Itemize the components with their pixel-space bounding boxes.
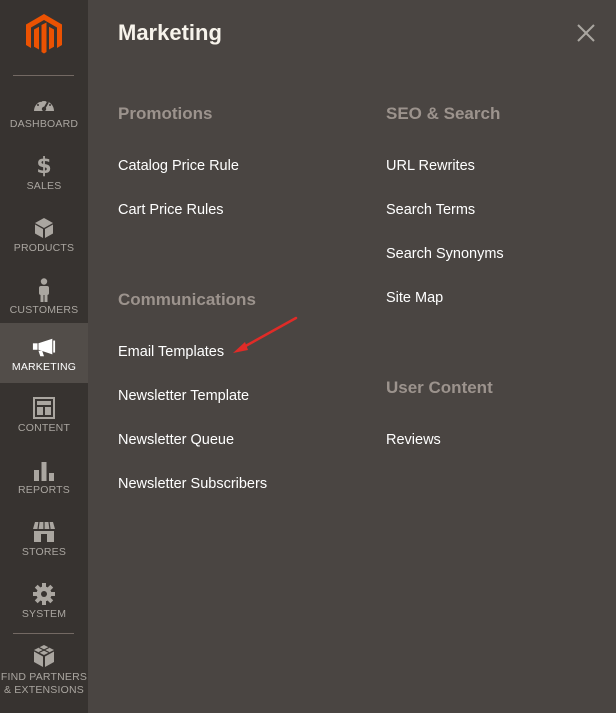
menu-link-site-map[interactable]: Site Map [386, 290, 443, 306]
cube-icon [32, 644, 56, 668]
layout-icon [32, 396, 56, 420]
nav-label-line2: & Extensions [3, 683, 84, 696]
admin-sidebar: Dashboard $ Sales Products Cust [0, 0, 88, 713]
nav-label: Marketing [11, 361, 77, 373]
section-title-user-content: User Content [386, 378, 493, 397]
nav-label: Products [13, 242, 75, 254]
menu-link-newsletter-subscribers[interactable]: Newsletter Subscribers [118, 476, 267, 492]
nav-item-marketing[interactable]: Marketing [0, 323, 88, 383]
cube-icon [32, 216, 56, 240]
nav-label: Dashboard [9, 118, 79, 130]
nav-label: Content [17, 422, 71, 434]
page-title: Marketing [118, 20, 222, 45]
nav-item-system[interactable]: System [0, 576, 88, 638]
nav-item-content[interactable]: Content [0, 390, 88, 452]
bar-chart-icon [32, 458, 56, 482]
storefront-icon [32, 520, 56, 544]
menu-link-reviews[interactable]: Reviews [386, 432, 441, 448]
nav-item-reports[interactable]: Reports [0, 452, 88, 514]
menu-link-url-rewrites[interactable]: URL Rewrites [386, 158, 475, 174]
menu-link-search-terms[interactable]: Search Terms [386, 202, 475, 218]
menu-link-search-synonyms[interactable]: Search Synonyms [386, 246, 504, 262]
logo-divider [13, 75, 74, 76]
nav-item-sales[interactable]: $ Sales [0, 148, 88, 210]
dollar-icon: $ [36, 153, 52, 179]
menu-link-email-templates[interactable]: Email Templates [118, 344, 224, 360]
menu-link-catalog-price-rule[interactable]: Catalog Price Rule [118, 158, 239, 174]
section-title-seo-search: SEO & Search [386, 104, 501, 123]
close-icon[interactable] [574, 21, 598, 45]
megaphone-icon [32, 335, 56, 359]
nav-label: Reports [18, 484, 70, 496]
nav-label: System [21, 608, 67, 620]
nav-label: Stores [21, 546, 67, 558]
menu-link-newsletter-queue[interactable]: Newsletter Queue [118, 432, 234, 448]
magento-logo-icon[interactable] [24, 12, 64, 54]
sidebar-divider [13, 633, 74, 634]
nav-label: Sales [26, 180, 62, 192]
section-title-communications: Communications [118, 290, 256, 309]
nav-item-products[interactable]: Products [0, 210, 88, 272]
nav-label: Customers [9, 304, 79, 316]
nav-label-line1: Find Partners [0, 671, 88, 683]
person-icon [32, 278, 56, 302]
nav-item-stores[interactable]: Stores [0, 514, 88, 576]
dashboard-icon [32, 92, 56, 116]
nav-item-find-partners[interactable]: Find Partners & Extensions [0, 642, 88, 702]
gear-icon [32, 582, 56, 606]
menu-link-newsletter-template[interactable]: Newsletter Template [118, 388, 249, 404]
nav-item-dashboard[interactable]: Dashboard [0, 86, 88, 148]
red-arrow-icon [228, 312, 303, 360]
menu-link-cart-price-rules[interactable]: Cart Price Rules [118, 202, 224, 218]
section-title-promotions: Promotions [118, 104, 213, 123]
